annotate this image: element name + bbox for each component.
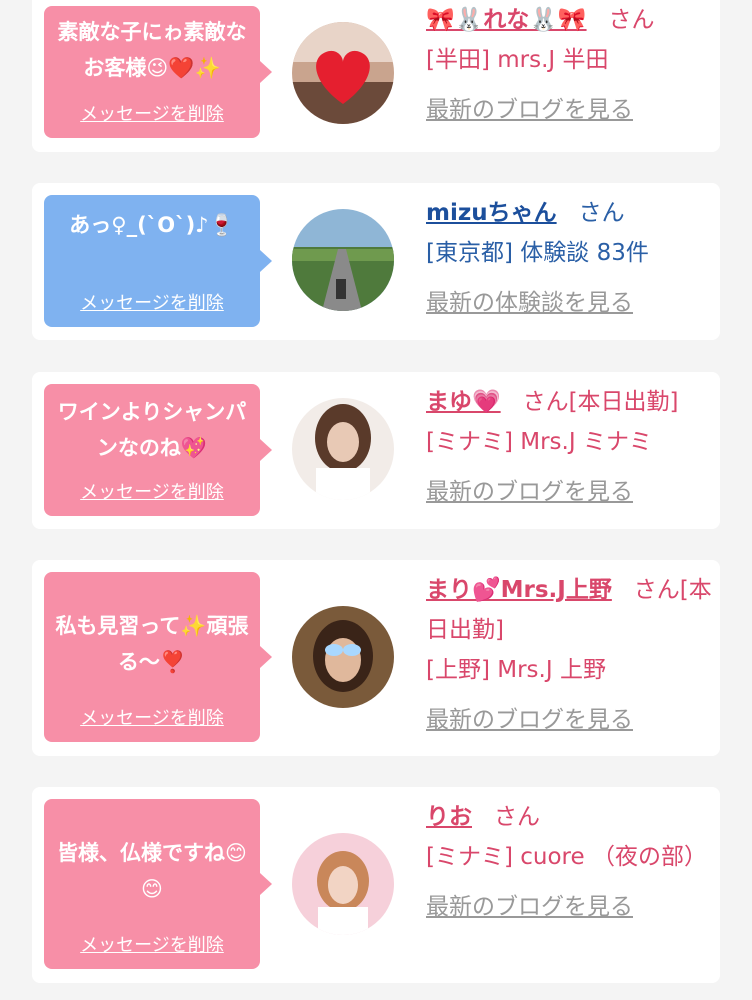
profile-name-link[interactable]: りお <box>426 804 472 830</box>
delete-message-link[interactable]: メッセージを削除 <box>44 100 260 126</box>
message-bubble: ワインよりシャンパンなのね💖 メッセージを削除 <box>44 384 272 516</box>
delete-message-link[interactable]: メッセージを削除 <box>44 478 260 504</box>
message-card: 私も見習って✨頑張る〜❣️ メッセージを削除 まり💕Mrs.J上野 さん[本日出… <box>32 560 720 756</box>
shop-info: [半田] mrs.J 半田 <box>426 47 609 73</box>
profile-info: まり💕Mrs.J上野 さん[本日出勤] [上野] Mrs.J 上野 最新のブログ… <box>426 570 712 740</box>
avatar[interactable] <box>292 606 394 708</box>
honorific: さん <box>493 804 540 830</box>
honorific: さん <box>608 7 655 33</box>
profile-name-link[interactable]: まり💕Mrs.J上野 <box>426 577 612 603</box>
message-text: 皆様、仏様ですね😊😊 <box>57 841 247 901</box>
delete-message-link[interactable]: メッセージを削除 <box>44 704 260 730</box>
latest-blog-link[interactable]: 最新のブログを見る <box>426 700 633 740</box>
message-card: ワインよりシャンパンなのね💖 メッセージを削除 まゆ💗 さん[本日出勤] [ミナ… <box>32 372 720 529</box>
message-text: ワインよりシャンパンなのね💖 <box>57 400 247 460</box>
profile-info: mizuちゃん さん [東京都] 体験談 83件 最新の体験談を見る <box>426 193 712 323</box>
delete-message-link[interactable]: メッセージを削除 <box>44 931 260 957</box>
profile-info: 🎀🐰れな🐰🎀 さん [半田] mrs.J 半田 最新のブログを見る <box>426 0 712 130</box>
message-card: 素敵な子にゎ素敵なお客様😉❤️✨ メッセージを削除 🎀🐰れな🐰🎀 さん [半田]… <box>32 0 720 152</box>
avatar[interactable] <box>292 398 394 500</box>
profile-name-link[interactable]: 🎀🐰れな🐰🎀 <box>426 7 587 33</box>
avatar[interactable] <box>292 22 394 124</box>
message-bubble: 素敵な子にゎ素敵なお客様😉❤️✨ メッセージを削除 <box>44 6 272 138</box>
latest-blog-link[interactable]: 最新のブログを見る <box>426 90 633 130</box>
honorific: さん <box>578 200 625 226</box>
avatar[interactable] <box>292 209 394 311</box>
message-text: あっ♀_(`O`)♪🍷 <box>69 213 235 237</box>
latest-experience-link[interactable]: 最新の体験談を見る <box>426 283 633 323</box>
profile-name-link[interactable]: mizuちゃん <box>426 200 557 226</box>
profile-name-link[interactable]: まゆ💗 <box>426 389 501 415</box>
delete-message-link[interactable]: メッセージを削除 <box>44 289 260 315</box>
profile-info: りお さん [ミナミ] cuore （夜の部） 最新のブログを見る <box>426 797 712 927</box>
shop-info: [上野] Mrs.J 上野 <box>426 657 606 683</box>
shop-info: [東京都] 体験談 83件 <box>426 240 649 266</box>
message-card: 皆様、仏様ですね😊😊 メッセージを削除 りお さん [ミナミ] cuore （夜… <box>32 787 720 983</box>
message-bubble: 皆様、仏様ですね😊😊 メッセージを削除 <box>44 799 272 969</box>
message-text: 素敵な子にゎ素敵なお客様😉❤️✨ <box>57 20 247 80</box>
latest-blog-link[interactable]: 最新のブログを見る <box>426 472 633 512</box>
shop-info: [ミナミ] cuore （夜の部） <box>426 844 707 870</box>
avatar[interactable] <box>292 833 394 935</box>
message-text: 私も見習って✨頑張る〜❣️ <box>55 614 249 674</box>
latest-blog-link[interactable]: 最新のブログを見る <box>426 887 633 927</box>
honorific: さん[本日出勤] <box>522 389 679 415</box>
message-card: あっ♀_(`O`)♪🍷 メッセージを削除 mizuちゃん さん [東京都] 体験… <box>32 183 720 340</box>
message-bubble: 私も見習って✨頑張る〜❣️ メッセージを削除 <box>44 572 272 742</box>
message-bubble: あっ♀_(`O`)♪🍷 メッセージを削除 <box>44 195 272 327</box>
profile-info: まゆ💗 さん[本日出勤] [ミナミ] Mrs.J ミナミ 最新のブログを見る <box>426 382 712 512</box>
shop-info: [ミナミ] Mrs.J ミナミ <box>426 429 652 455</box>
